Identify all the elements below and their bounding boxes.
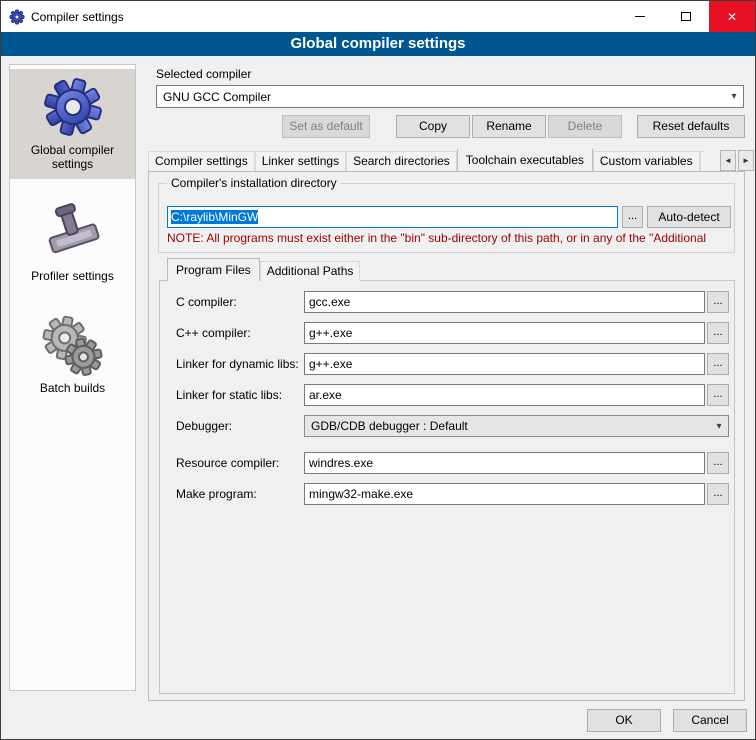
sidebar-item-label: Profiler settings xyxy=(14,269,131,283)
tab-linker-settings[interactable]: Linker settings xyxy=(255,151,346,171)
tab-program-files[interactable]: Program Files xyxy=(167,258,260,281)
sidebar-item-label: Batch builds xyxy=(14,381,131,395)
window-controls: ✕ xyxy=(617,1,755,32)
sidebar-item-global-compiler-settings[interactable]: Global compiler settings xyxy=(10,69,135,179)
cancel-button[interactable]: Cancel xyxy=(673,709,747,732)
debugger-select-value: GDB/CDB debugger : Default xyxy=(311,419,710,433)
tab-custom-variables[interactable]: Custom variables xyxy=(593,151,700,171)
tab-scroll-left-button[interactable]: ◄ xyxy=(720,150,736,171)
window-title: Compiler settings xyxy=(31,10,124,24)
linker-dynamic-label: Linker for dynamic libs: xyxy=(176,353,299,375)
sidebar-item-profiler-settings[interactable]: Profiler settings xyxy=(10,195,135,291)
compiler-settings-dialog: Compiler settings ✕ Global compiler sett… xyxy=(0,0,756,740)
titlebar: Compiler settings ✕ xyxy=(1,1,755,32)
make-program-label: Make program: xyxy=(176,483,257,505)
tab-build-options[interactable]: Build options xyxy=(700,151,705,171)
settings-category-sidebar: Global compiler settings Profiler settin… xyxy=(9,64,136,691)
reset-defaults-button[interactable]: Reset defaults xyxy=(637,115,745,138)
cpp-compiler-input[interactable] xyxy=(304,322,705,344)
delete-button[interactable]: Delete xyxy=(548,115,622,138)
c-compiler-label: C compiler: xyxy=(176,291,237,313)
debugger-select[interactable]: GDB/CDB debugger : Default ▾ xyxy=(304,415,729,437)
debugger-label: Debugger: xyxy=(176,415,232,437)
tab-scroll-right-button[interactable]: ► xyxy=(738,150,754,171)
compiler-select-value: GNU GCC Compiler xyxy=(163,90,725,104)
c-compiler-input[interactable] xyxy=(304,291,705,313)
linker-dynamic-input[interactable] xyxy=(304,353,705,375)
installation-directory-group-label: Compiler's installation directory xyxy=(167,176,341,190)
sidebar-item-label: Global compiler settings xyxy=(14,143,131,171)
set-as-default-button[interactable]: Set as default xyxy=(282,115,370,138)
minimize-icon xyxy=(635,16,645,17)
auto-detect-button[interactable]: Auto-detect xyxy=(647,206,731,228)
linker-static-browse-button[interactable]: ... xyxy=(707,384,729,406)
resource-compiler-input[interactable] xyxy=(304,452,705,474)
installation-directory-browse-button[interactable]: ... xyxy=(622,206,643,228)
chevron-down-icon: ▾ xyxy=(710,421,728,432)
rename-button[interactable]: Rename xyxy=(472,115,546,138)
cpp-compiler-label: C++ compiler: xyxy=(176,322,251,344)
ok-button[interactable]: OK xyxy=(587,709,661,732)
installation-directory-value: C:\raylib\MinGW xyxy=(171,210,258,224)
dialog-header: Global compiler settings xyxy=(1,32,755,56)
close-button[interactable]: ✕ xyxy=(709,1,755,32)
sidebar-item-batch-builds[interactable]: Batch builds xyxy=(10,307,135,403)
c-compiler-browse-button[interactable]: ... xyxy=(707,291,729,313)
gray-gears-icon xyxy=(41,313,105,377)
bin-subdirectory-note: NOTE: All programs must exist either in … xyxy=(167,231,733,245)
chevron-down-icon: ▾ xyxy=(725,91,743,102)
compiler-select[interactable]: GNU GCC Compiler ▾ xyxy=(156,85,744,108)
tab-search-directories[interactable]: Search directories xyxy=(346,151,457,171)
program-files-tabstrip: Program Files Additional Paths xyxy=(167,259,360,281)
resource-compiler-label: Resource compiler: xyxy=(176,452,279,474)
profiler-tool-icon xyxy=(41,201,105,265)
settings-tabstrip: Compiler settings Linker settings Search… xyxy=(148,149,705,171)
maximize-button[interactable] xyxy=(663,1,709,32)
cpp-compiler-browse-button[interactable]: ... xyxy=(707,322,729,344)
resource-compiler-browse-button[interactable]: ... xyxy=(707,452,729,474)
make-program-input[interactable] xyxy=(304,483,705,505)
copy-button[interactable]: Copy xyxy=(396,115,470,138)
blue-gear-icon xyxy=(41,75,105,139)
tab-compiler-settings[interactable]: Compiler settings xyxy=(148,151,255,171)
tab-additional-paths[interactable]: Additional Paths xyxy=(260,261,361,281)
linker-static-input[interactable] xyxy=(304,384,705,406)
selected-compiler-label: Selected compiler xyxy=(156,67,251,81)
app-gear-icon xyxy=(9,9,25,25)
linker-dynamic-browse-button[interactable]: ... xyxy=(707,353,729,375)
tab-toolchain-executables[interactable]: Toolchain executables xyxy=(457,149,593,171)
linker-static-label: Linker for static libs: xyxy=(176,384,282,406)
make-program-browse-button[interactable]: ... xyxy=(707,483,729,505)
installation-directory-input[interactable]: C:\raylib\MinGW xyxy=(167,206,618,228)
minimize-button[interactable] xyxy=(617,1,663,32)
maximize-icon xyxy=(681,12,691,21)
close-icon: ✕ xyxy=(727,10,737,24)
